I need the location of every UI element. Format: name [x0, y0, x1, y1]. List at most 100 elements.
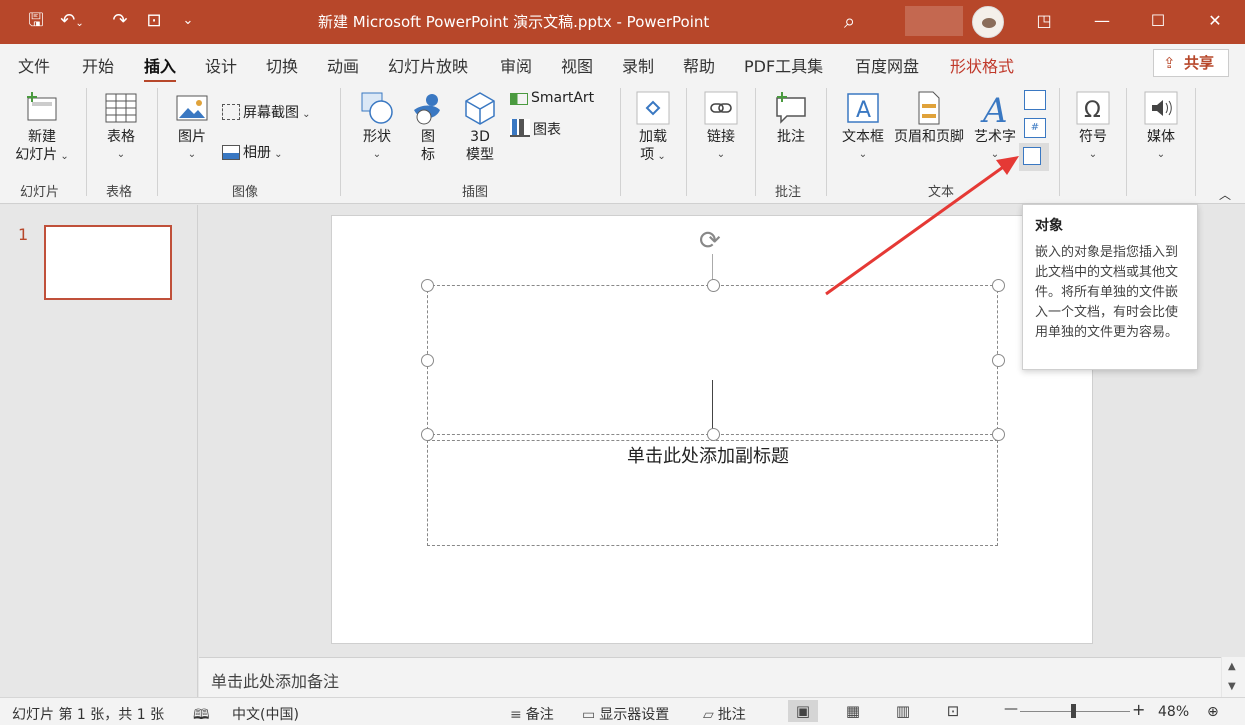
present-from-start-icon[interactable]: ⊡ [140, 9, 168, 33]
redo-icon[interactable]: ↷ [106, 9, 134, 33]
new-slide-button[interactable]: 新建 幻灯片 ⌄ [10, 90, 74, 166]
vertical-scrollbar[interactable]: ▲ ▼ [1222, 657, 1245, 697]
shapes-button[interactable]: 形状 ⌄ [356, 90, 398, 164]
smartart-button[interactable]: SmartArt [510, 90, 594, 106]
tab-transitions[interactable]: 切换 [266, 53, 298, 77]
object-icon [1023, 147, 1041, 165]
slide-sorter-icon[interactable]: ▦ [838, 700, 868, 722]
shapes-label: 形状 [363, 129, 391, 145]
resize-handle[interactable] [421, 354, 434, 367]
chevron-down-icon: ⌄ [57, 151, 69, 162]
close-button[interactable]: ✕ [1198, 8, 1232, 34]
picture-button[interactable]: 图片 ⌄ [170, 90, 214, 164]
media-button[interactable]: 媒体 ⌄ [1140, 90, 1182, 164]
search-icon[interactable]: ⌕ [844, 9, 855, 33]
symbol-button[interactable]: Ω 符号 ⌄ [1072, 90, 1114, 164]
slide-thumbnail-pane: 1 [0, 205, 198, 697]
addins-button[interactable]: 加载 项 ⌄ [632, 90, 674, 166]
customize-icon[interactable]: ⌄ [174, 9, 202, 33]
comment-button[interactable]: 批注 [768, 90, 814, 146]
album-button[interactable]: 相册 ⌄ [222, 142, 283, 162]
slide-thumbnail[interactable] [44, 225, 172, 300]
tab-insert[interactable]: 插入 [144, 53, 177, 83]
reading-view-icon[interactable]: ▥ [888, 700, 918, 722]
window-title: 新建 Microsoft PowerPoint 演示文稿.pptx - Powe… [318, 13, 710, 31]
comments-toggle[interactable]: ▱ 批注 [703, 704, 746, 724]
zoom-out-button[interactable]: — [1004, 701, 1018, 717]
undo-icon[interactable]: ↶⌄ [58, 9, 86, 36]
icons-button[interactable]: 图 标 [408, 90, 448, 164]
header-footer-label: 页眉和页脚 [894, 129, 964, 145]
group-label-images: 图像 [232, 185, 259, 200]
collapse-ribbon-icon[interactable]: ︿ [1219, 186, 1231, 203]
display-settings[interactable]: ▭ 显示器设置 [582, 704, 669, 724]
tab-pdf-tools[interactable]: PDF工具集 [744, 53, 823, 77]
notes-toggle[interactable]: ≡ 备注 [510, 704, 554, 724]
svg-text:A: A [980, 91, 1008, 126]
minimize-button[interactable]: — [1085, 8, 1119, 34]
header-footer-button[interactable]: 页眉和页脚 [890, 90, 968, 146]
display-settings-label: 显示器设置 [599, 707, 670, 723]
album-label: 相册 [243, 145, 271, 161]
accessibility-icon[interactable]: 🕮 [193, 704, 210, 725]
resize-handle[interactable] [992, 354, 1005, 367]
language-indicator[interactable]: 中文(中国) [232, 704, 299, 724]
save-icon[interactable]: 🖫 [22, 9, 50, 33]
3d-model-label-1: 3D [470, 129, 490, 145]
share-button[interactable]: ⇪ 共享 [1153, 49, 1229, 77]
table-button[interactable]: 表格 ⌄ [96, 90, 146, 164]
cube-icon [465, 92, 495, 125]
tab-file[interactable]: 文件 [18, 53, 50, 77]
date-time-icon[interactable] [1024, 90, 1046, 110]
zoom-in-button[interactable]: + [1132, 700, 1145, 719]
slide-canvas[interactable]: ⟳ 单击此处添加副标题 [331, 215, 1093, 644]
chart-button[interactable]: 图表 [510, 119, 561, 139]
scroll-up-icon[interactable]: ▲ [1228, 661, 1236, 672]
resize-handle[interactable] [421, 279, 434, 292]
tab-home[interactable]: 开始 [82, 53, 114, 77]
object-tooltip: 对象 嵌入的对象是指您插入到此文档中的文档或其他文件。将所有单独的文件嵌入一个文… [1022, 204, 1198, 370]
tab-review[interactable]: 审阅 [500, 53, 532, 77]
normal-view-icon[interactable]: ▣ [788, 700, 818, 722]
svg-text:A: A [856, 98, 871, 123]
zoom-level[interactable]: 48% [1158, 704, 1189, 720]
new-slide-label-1: 新建 [28, 129, 56, 145]
3d-model-button[interactable]: 3D 模型 [458, 90, 502, 164]
tab-slideshow[interactable]: 幻灯片放映 [388, 53, 468, 77]
share-label: 共享 [1184, 54, 1215, 72]
rotate-handle-icon[interactable]: ⟳ [699, 226, 721, 256]
textbox-button[interactable]: A 文本框 ⌄ [838, 90, 888, 164]
icons-label-2: 标 [421, 147, 435, 163]
new-slide-icon [27, 92, 57, 121]
chevron-down-icon: ⌄ [654, 151, 666, 162]
tab-view[interactable]: 视图 [561, 53, 593, 77]
addins-label-2: 项 [640, 147, 655, 163]
link-button[interactable]: 链接 ⌄ [700, 90, 742, 164]
smartart-icon [510, 93, 528, 105]
resize-handle[interactable] [707, 279, 720, 292]
slideshow-view-icon[interactable]: ⊡ [938, 700, 968, 722]
scroll-down-icon[interactable]: ▼ [1228, 681, 1236, 692]
tab-help[interactable]: 帮助 [683, 53, 715, 77]
notes-icon: ≡ [510, 707, 522, 723]
tab-record[interactable]: 录制 [622, 53, 654, 77]
tab-design[interactable]: 设计 [205, 53, 237, 77]
object-button[interactable] [1019, 143, 1049, 171]
ribbon-display-options-icon[interactable]: ◳ [1027, 8, 1061, 34]
slide-number-icon[interactable]: # [1024, 118, 1046, 138]
avatar[interactable] [972, 6, 1004, 38]
maximize-button[interactable]: ☐ [1141, 8, 1175, 34]
group-divider [1059, 88, 1060, 196]
resize-handle[interactable] [992, 279, 1005, 292]
wordart-button[interactable]: A 艺术字 ⌄ [970, 90, 1020, 164]
tab-shape-format[interactable]: 形状格式 [950, 53, 1014, 77]
fit-to-window-icon[interactable]: ⊕ [1207, 704, 1219, 720]
group-label-tables: 表格 [106, 185, 133, 200]
screenshot-button[interactable]: 屏幕截图 ⌄ [222, 102, 311, 122]
omega-icon: Ω [1076, 91, 1110, 125]
notes-pane[interactable]: 单击此处添加备注 [199, 657, 1221, 697]
comment-icon [776, 92, 806, 124]
tab-animations[interactable]: 动画 [327, 53, 359, 77]
zoom-slider-thumb[interactable] [1071, 704, 1076, 718]
tab-baidu-netdisk[interactable]: 百度网盘 [855, 53, 919, 77]
